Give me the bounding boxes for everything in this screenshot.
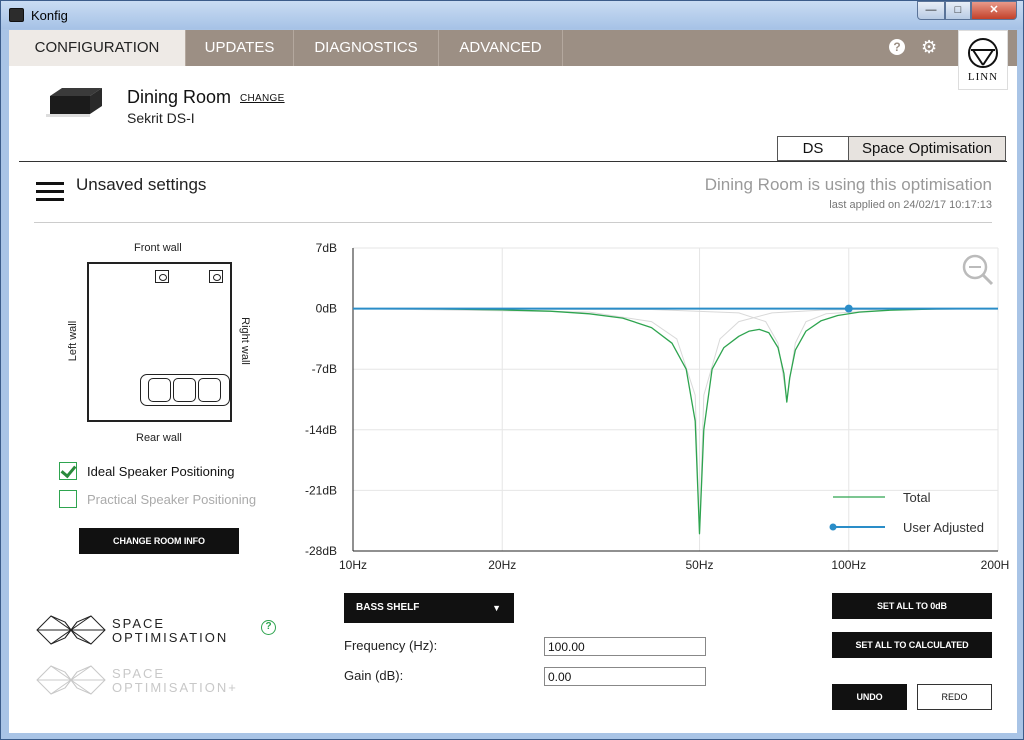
chevron-down-icon: ▼	[492, 603, 501, 613]
space-optimisation-plus-mark	[36, 665, 106, 695]
left-speaker-icon[interactable]	[155, 270, 169, 283]
x-tick-label: 100Hz	[831, 558, 866, 572]
y-tick-label: 7dB	[316, 241, 337, 255]
gain-input[interactable]	[544, 667, 706, 686]
x-tick-label: 10Hz	[339, 558, 367, 572]
y-tick-label: 0dB	[316, 302, 337, 316]
right-speaker-icon[interactable]	[209, 270, 223, 283]
so-plus-logo-line1: SPACE	[112, 666, 166, 681]
frequency-label: Frequency (Hz):	[344, 638, 438, 653]
x-tick-label: 200Hz	[981, 558, 1009, 572]
y-tick-label: -7dB	[312, 362, 337, 376]
frequency-input[interactable]	[544, 637, 706, 656]
app-window: Konfig — □ ✕ CONFIGURATION UPDATES DIAGN…	[0, 0, 1024, 740]
front-wall-label: Front wall	[134, 242, 182, 254]
series-line-total	[352, 307, 999, 535]
rear-wall-label: Rear wall	[136, 432, 182, 444]
last-applied-text: last applied on 24/02/17 10:17:13	[829, 199, 992, 211]
legend-label: Total	[903, 490, 931, 505]
window-title: Konfig	[31, 8, 68, 23]
so-logo-line1: SPACE	[112, 616, 166, 631]
change-room-info-button[interactable]: CHANGE ROOM INFO	[79, 528, 239, 554]
zoom-out-icon-handle	[981, 273, 994, 286]
y-tick-label: -21dB	[305, 483, 337, 497]
undo-button[interactable]: UNDO	[832, 684, 907, 710]
title-bar: Konfig — □ ✕	[1, 1, 1023, 29]
filter-type-dropdown[interactable]: BASS SHELF ▼	[344, 593, 514, 623]
gear-icon[interactable]: ⚙	[921, 38, 937, 56]
tab-advanced[interactable]: ADVANCED	[439, 30, 563, 66]
unsaved-status: Unsaved settings	[76, 175, 207, 194]
room-name: Dining Room	[127, 87, 232, 107]
change-room-link[interactable]: CHANGE	[240, 93, 285, 104]
legend-label: User Adjusted	[903, 520, 984, 535]
menu-icon[interactable]	[36, 182, 64, 202]
device-model: Sekrit DS-I	[127, 110, 195, 126]
tab-ds[interactable]: DS	[777, 136, 848, 161]
practical-positioning-checkbox[interactable]	[59, 490, 77, 508]
linn-logo: LINN	[958, 30, 1008, 90]
right-wall-label: Right wall	[239, 317, 251, 365]
window-controls: — □ ✕	[917, 1, 1017, 21]
linn-logo-mark	[968, 38, 998, 68]
space-optimisation-mark	[36, 615, 106, 645]
sofa-cushion	[148, 378, 171, 402]
linn-wordmark: LINN	[967, 71, 999, 83]
section-divider	[34, 222, 992, 223]
sofa-cushion	[198, 378, 221, 402]
set-all-calculated-button[interactable]: SET ALL TO CALCULATED	[832, 632, 992, 658]
x-tick-label: 50Hz	[686, 558, 714, 572]
tab-diagnostics[interactable]: DIAGNOSTICS	[294, 30, 439, 66]
help-circle-icon[interactable]: ?	[261, 620, 276, 635]
filter-point-marker[interactable]	[844, 304, 853, 313]
mode-tabs: DS Space Optimisation	[777, 136, 1006, 161]
help-icon[interactable]: ?	[889, 39, 905, 55]
y-tick-label: -28dB	[305, 544, 337, 558]
tab-configuration[interactable]: CONFIGURATION	[9, 30, 186, 66]
ideal-positioning-label: Ideal Speaker Positioning	[87, 463, 235, 479]
space-optimisation-logo: SPACE OPTIMISATION	[35, 610, 265, 650]
so-plus-logo-line2: OPTIMISATION+	[112, 680, 238, 695]
device-image	[46, 88, 102, 117]
ideal-positioning-option[interactable]: Ideal Speaker Positioning	[59, 461, 234, 481]
component-filter-line	[352, 308, 999, 400]
close-button[interactable]: ✕	[971, 1, 1017, 20]
set-all-zero-button[interactable]: SET ALL TO 0dB	[832, 593, 992, 619]
practical-positioning-label: Practical Speaker Positioning	[87, 491, 257, 507]
component-filter-line	[352, 308, 999, 534]
app-icon	[9, 8, 24, 22]
minimize-button[interactable]: —	[917, 1, 945, 20]
x-tick-label: 20Hz	[488, 558, 516, 572]
left-wall-label: Left wall	[67, 320, 79, 362]
practical-positioning-option[interactable]: Practical Speaker Positioning	[59, 489, 256, 509]
space-optimisation-plus-logo: SPACE OPTIMISATION+	[35, 660, 265, 700]
top-nav: CONFIGURATION UPDATES DIAGNOSTICS ADVANC…	[9, 30, 1017, 90]
ideal-positioning-checkbox[interactable]	[59, 462, 77, 480]
frequency-response-chart[interactable]: 7dB 0dB -7dB -14dB -21dB -28dB10Hz 20Hz 50Hz 100…	[289, 238, 1009, 578]
room-diagram[interactable]	[87, 262, 232, 422]
gain-label: Gain (dB):	[344, 668, 404, 683]
filter-type-value: BASS SHELF	[356, 602, 420, 613]
sofa-cushion	[173, 378, 196, 402]
maximize-button[interactable]: □	[945, 1, 971, 20]
y-tick-label: -14dB	[305, 423, 337, 437]
client-area: CONFIGURATION UPDATES DIAGNOSTICS ADVANC…	[9, 30, 1017, 733]
sofa-icon[interactable]	[140, 374, 230, 406]
header-divider	[19, 161, 1007, 162]
tab-updates[interactable]: UPDATES	[186, 30, 294, 66]
tab-space-optimisation[interactable]: Space Optimisation	[848, 136, 1006, 161]
legend-marker	[829, 523, 837, 531]
redo-button[interactable]: REDO	[917, 684, 992, 710]
optimisation-in-use-text: Dining Room is using this optimisation	[704, 175, 992, 194]
so-logo-line2: OPTIMISATION	[112, 630, 229, 645]
